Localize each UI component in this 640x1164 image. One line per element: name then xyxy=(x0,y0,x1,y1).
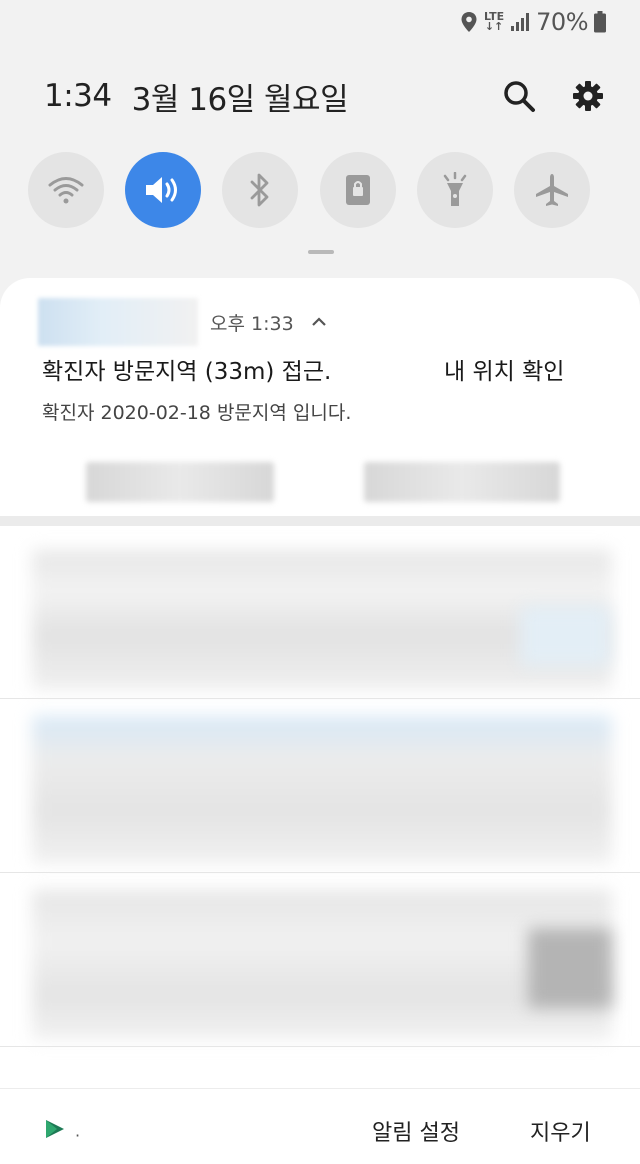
chevron-up-icon[interactable] xyxy=(311,317,326,327)
search-icon[interactable] xyxy=(502,79,536,113)
app-name-blurred xyxy=(38,298,198,346)
notification-title[interactable]: 확진자 방문지역 (33m) 접근. xyxy=(42,352,331,386)
battery-percent: 70% xyxy=(536,8,588,36)
clear-all-button[interactable]: 지우기 xyxy=(530,1115,591,1147)
blurred-thumbnail xyxy=(520,606,610,666)
my-location-button[interactable]: 내 위치 확인 xyxy=(444,352,564,386)
location-icon xyxy=(461,12,477,32)
blurred-notification[interactable] xyxy=(32,890,612,1040)
notification-body: 확진자 2020-02-18 방문지역 입니다. xyxy=(42,402,352,424)
quick-panel-header: 1:34 3월 16일 월요일 xyxy=(44,74,604,118)
tile-flashlight[interactable] xyxy=(416,152,493,228)
divider xyxy=(0,1046,640,1047)
gear-icon[interactable] xyxy=(572,80,604,112)
status-bar: LTE ↓↑ 70% xyxy=(460,6,606,38)
network-type: LTE ↓↑ xyxy=(483,10,505,33)
tile-bluetooth[interactable] xyxy=(222,152,299,228)
tile-portrait[interactable] xyxy=(319,152,396,228)
notification-settings-button[interactable]: 알림 설정 xyxy=(372,1115,460,1147)
tile-wifi[interactable] xyxy=(28,152,104,228)
blurred-notification[interactable] xyxy=(32,716,612,864)
bluetooth-icon xyxy=(250,173,269,207)
battery-icon xyxy=(594,11,606,33)
notification-panel: 오후 1:33 확진자 방문지역 (33m) 접근. 내 위치 확인 확진자 2… xyxy=(0,278,640,1164)
rotation-lock-icon xyxy=(345,175,370,205)
notification-action-blurred[interactable] xyxy=(364,462,560,502)
notification-time: 오후 1:33 xyxy=(210,312,294,335)
blurred-thumbnail xyxy=(528,928,612,1008)
panel-handle[interactable] xyxy=(308,250,334,254)
flashlight-icon xyxy=(443,172,466,206)
divider xyxy=(0,516,640,526)
play-store-icon xyxy=(46,1120,64,1138)
clock: 1:34 xyxy=(44,78,112,114)
sound-icon xyxy=(146,177,178,203)
airplane-icon xyxy=(535,174,568,206)
notification-bottom-bar: · 알림 설정 지우기 xyxy=(0,1088,640,1164)
notification-header: 오후 1:33 xyxy=(38,298,326,346)
divider xyxy=(0,872,640,873)
tile-airplane[interactable] xyxy=(513,152,590,228)
signal-icon xyxy=(511,13,530,31)
overflow-dot: · xyxy=(75,1126,81,1145)
divider xyxy=(0,698,640,699)
wifi-icon xyxy=(48,177,84,204)
quick-setting-tiles xyxy=(28,152,590,228)
tile-sound[interactable] xyxy=(125,152,202,228)
date: 3월 16일 월요일 xyxy=(131,81,349,118)
notification-action-blurred[interactable] xyxy=(86,462,274,502)
